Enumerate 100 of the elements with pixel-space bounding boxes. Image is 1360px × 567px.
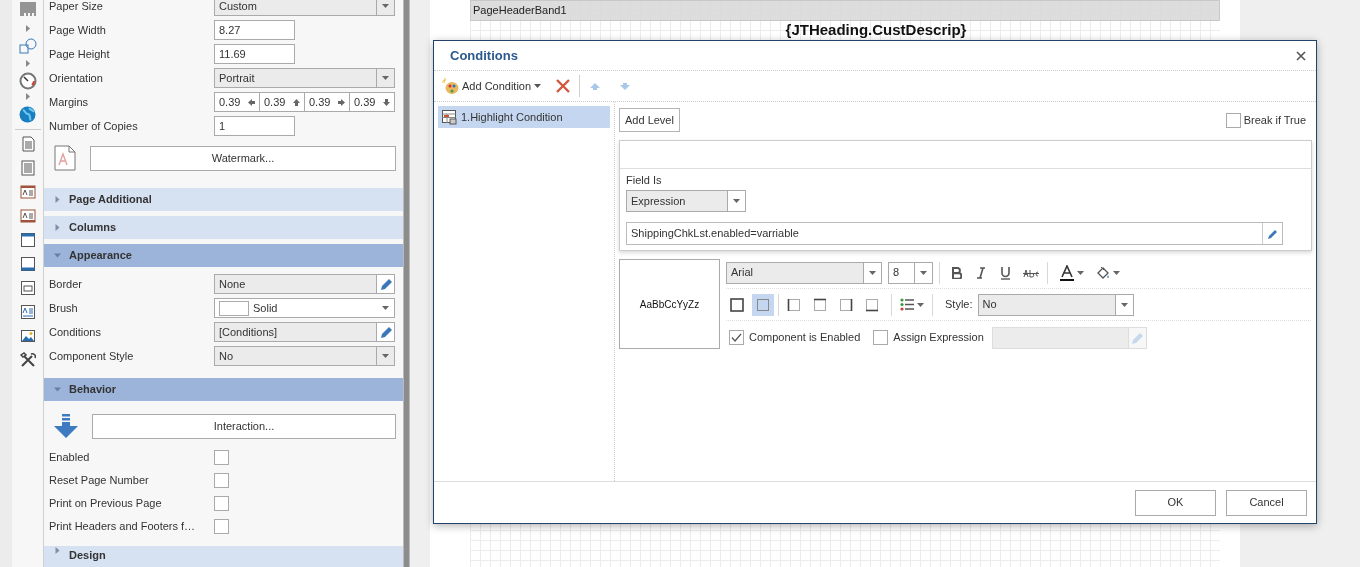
delete-icon[interactable] <box>556 79 571 93</box>
strikethrough-icon[interactable] <box>1023 267 1039 278</box>
section-header[interactable]: Appearance <box>44 244 403 267</box>
section-header[interactable]: Design <box>44 546 403 567</box>
font-color-button[interactable] <box>1060 264 1084 281</box>
editor-field[interactable]: [Conditions] <box>214 322 395 342</box>
dialog-title: Conditions <box>450 46 518 65</box>
input-field[interactable]: 8.27 <box>214 20 295 40</box>
tools-icon[interactable] <box>19 352 36 368</box>
pencil-icon <box>378 277 393 291</box>
text-card-icon[interactable] <box>19 304 36 320</box>
margin-field[interactable]: 0.39 <box>259 92 305 112</box>
dialog-button[interactable]: Interaction... <box>92 413 396 439</box>
text-card-icon[interactable] <box>19 208 36 224</box>
checkbox[interactable] <box>214 519 229 534</box>
dropdown[interactable]: Portrait <box>214 68 395 88</box>
pencil-icon <box>1130 330 1145 345</box>
add-condition-button[interactable]: Add Condition <box>441 74 543 98</box>
checkbox[interactable] <box>729 330 744 345</box>
size-dropdown[interactable]: 8 <box>888 261 933 284</box>
input-field[interactable]: 1 <box>214 116 295 136</box>
list-icon <box>900 298 914 311</box>
window-icon[interactable] <box>19 256 36 272</box>
property-label: Print Headers and Footers f… <box>49 519 197 535</box>
style-dropdown[interactable]: No <box>977 293 1134 316</box>
editor-field[interactable]: None <box>214 274 395 294</box>
caret-icon <box>1120 302 1128 307</box>
all-borders-icon <box>729 296 745 313</box>
left-arrow-icon <box>248 98 255 106</box>
section-header[interactable]: Columns <box>44 216 403 239</box>
condition-item[interactable]: 1.Highlight Condition <box>438 106 610 128</box>
caret-icon <box>382 76 389 80</box>
no-border-icon <box>755 296 771 313</box>
field-label: Field Is <box>626 174 663 187</box>
expression-field[interactable] <box>991 326 1147 349</box>
property-label: Number of Copies <box>49 118 139 134</box>
page-icon[interactable] <box>19 136 36 152</box>
property-label: Paper Size <box>49 0 104 14</box>
down-arrow-icon <box>383 98 390 106</box>
section-header[interactable]: Page Additional <box>44 188 403 211</box>
palette-icon <box>442 77 459 95</box>
band-header: PageHeaderBand1 <box>470 0 1220 21</box>
expand-icon <box>54 224 61 231</box>
checkbox[interactable] <box>873 330 889 345</box>
dialog-button[interactable]: Cancel <box>1226 489 1307 516</box>
color-swatch <box>219 300 249 316</box>
expand-icon <box>54 196 61 203</box>
property-label: Border <box>49 276 84 292</box>
dropdown[interactable]: No <box>214 346 395 366</box>
dropdown[interactable]: Solid <box>214 298 395 318</box>
pencil-icon[interactable] <box>1266 227 1279 240</box>
dropdown[interactable]: Expression <box>626 190 746 212</box>
style-label: Style: <box>945 297 973 313</box>
add-level-button[interactable]: Add Level <box>619 108 680 132</box>
property-label: Print on Previous Page <box>49 496 163 512</box>
collapse-icon <box>54 252 61 259</box>
underline-icon[interactable] <box>1000 265 1011 280</box>
gauge-icon <box>18 72 37 90</box>
section-header[interactable]: Behavior <box>44 378 403 401</box>
italic-icon[interactable] <box>976 266 986 279</box>
collapse-icon <box>54 386 61 393</box>
checkbox[interactable] <box>214 496 229 511</box>
dialog-button[interactable]: Watermark... <box>90 145 396 171</box>
image-icon[interactable] <box>19 328 36 344</box>
property-label: Orientation <box>49 70 104 86</box>
panel-icon[interactable] <box>19 280 36 296</box>
font-dropdown[interactable]: Arial <box>726 261 882 284</box>
checkbox[interactable] <box>214 450 229 465</box>
input-field[interactable]: 11.69 <box>214 44 295 64</box>
property-label: Reset Page Number <box>49 473 150 489</box>
paint-bucket-icon <box>1096 265 1110 280</box>
window-icon[interactable] <box>19 232 36 248</box>
preview-box: AaBbCcYyZz <box>619 259 720 349</box>
fill-color-button[interactable] <box>1096 265 1120 280</box>
margin-field[interactable]: 0.39 <box>214 92 260 112</box>
list-style-button[interactable] <box>900 298 924 311</box>
checkbox[interactable] <box>1225 112 1241 128</box>
dropdown[interactable]: Custom <box>214 0 395 16</box>
caret-icon <box>917 302 924 307</box>
caret-icon <box>382 4 389 8</box>
property-label: Page Height <box>49 46 111 62</box>
margin-field[interactable]: 0.39 <box>349 92 395 112</box>
checkbox[interactable] <box>214 473 229 488</box>
expand-arrow-icon <box>25 25 30 32</box>
right-arrow-icon <box>338 98 345 106</box>
bold-icon[interactable] <box>952 266 962 279</box>
scrollbar[interactable] <box>403 0 410 567</box>
text-card-icon[interactable] <box>19 184 36 200</box>
caret-icon <box>382 354 389 358</box>
top-border-icon <box>812 296 828 313</box>
down-arrow-icon <box>54 414 78 438</box>
property-label: Margins <box>49 94 90 110</box>
caret-icon <box>381 306 389 310</box>
margin-field[interactable]: 0.39 <box>304 92 350 112</box>
close-icon[interactable] <box>1296 50 1306 61</box>
dialog-button[interactable]: OK <box>1135 489 1216 516</box>
expand-arrow-icon <box>25 60 30 67</box>
expression-field[interactable]: ShippingChkLst.enabled=varriable <box>626 222 1283 245</box>
heading-text: {JTHeading.CustDescrip} <box>784 21 968 39</box>
property-label: Page Width <box>49 22 107 38</box>
